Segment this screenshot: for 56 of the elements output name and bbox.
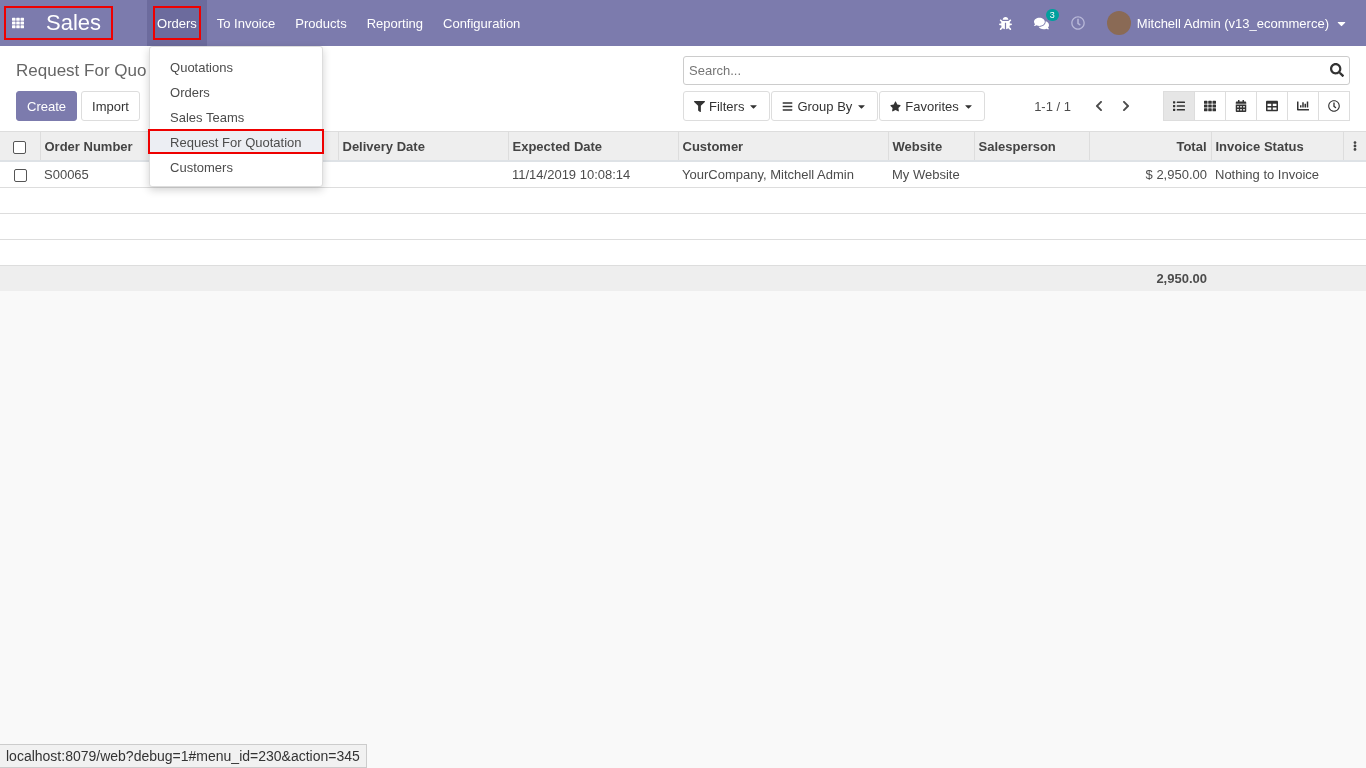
menu-item[interactable]: Products [285, 0, 357, 46]
view-button[interactable] [1287, 91, 1319, 121]
table-cell: 11/14/2019 10:08:14 [512, 166, 631, 182]
message-count: 3 [1045, 8, 1059, 21]
pager: 1-1 / 1 [1034, 98, 1071, 114]
dropdown-item[interactable]: Customers [148, 154, 325, 179]
graph-icon [1297, 100, 1309, 112]
view-button[interactable] [1256, 91, 1288, 121]
page-title: Request For Quo [16, 60, 147, 81]
view-button[interactable] [1225, 91, 1257, 121]
table-cell: Nothing to Invoice [1215, 166, 1320, 182]
calendar-icon [1235, 100, 1247, 112]
import-button[interactable]: Import [81, 91, 140, 121]
menu-item[interactable]: Reporting [356, 0, 433, 46]
dropdown-item[interactable]: Sales Teams [148, 104, 325, 129]
filter-button[interactable]: Filters [683, 91, 771, 121]
dropdown-item[interactable]: Orders [148, 79, 325, 104]
total-sum: 2,950.00 [1156, 270, 1207, 286]
chat-icon[interactable] [1033, 15, 1049, 31]
menu-item[interactable]: Configuration [433, 0, 531, 46]
kanban-icon [1204, 100, 1216, 112]
bug-icon[interactable] [998, 16, 1012, 30]
column-header[interactable]: Total [1176, 138, 1207, 154]
dropdown-item[interactable]: Quotations [148, 54, 325, 79]
view-button[interactable] [1194, 91, 1226, 121]
create-button[interactable]: Create [16, 91, 78, 121]
filter-button[interactable]: Group By [771, 91, 879, 121]
status-bar: localhost:8079/web?debug=1#menu_id=230&action=345 [0, 744, 367, 768]
menu-item[interactable]: To Invoice [206, 0, 286, 46]
app-name: Sales [46, 10, 102, 36]
star-icon [890, 100, 902, 112]
group-icon [782, 100, 794, 112]
search-icon[interactable] [1330, 63, 1344, 77]
list-icon [1173, 100, 1185, 112]
checkbox[interactable] [13, 140, 27, 154]
user-menu[interactable]: Mitchell Admin (v13_ecommerce) [1106, 11, 1348, 35]
filter-icon [694, 100, 705, 112]
view-button[interactable] [1318, 91, 1350, 121]
activity-icon [1328, 100, 1340, 112]
table-cell: S00065 [44, 166, 89, 182]
filter-button[interactable]: Favorites [879, 91, 985, 121]
next-icon[interactable] [1120, 100, 1132, 112]
column-header[interactable]: Customer [682, 138, 744, 154]
search-field[interactable]: Search... [683, 56, 1350, 85]
dropdown-item[interactable]: Request For Quotation [148, 129, 325, 154]
view-button[interactable] [1163, 91, 1195, 121]
pivot-icon [1266, 100, 1278, 112]
avatar [1106, 11, 1131, 35]
previous-icon[interactable] [1093, 100, 1105, 112]
table-cell: YourCompany, Mitchell Admin [682, 166, 854, 182]
app-switcher[interactable]: Sales [4, 6, 114, 40]
table-cell: My Website [892, 166, 960, 182]
menu-item[interactable]: Orders [147, 0, 207, 46]
checkbox[interactable] [13, 168, 27, 182]
grid-icon [12, 17, 24, 29]
table-cell: $ 2,950.00 [1145, 166, 1207, 182]
